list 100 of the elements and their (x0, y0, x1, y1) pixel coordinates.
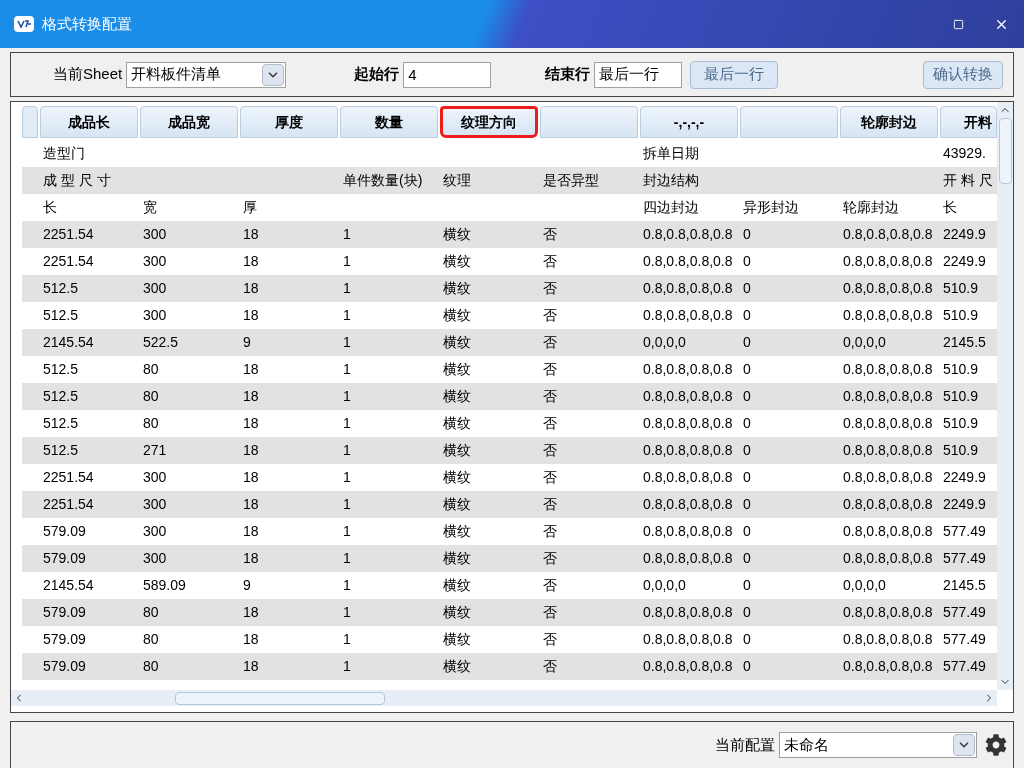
table-cell: 0.8,0.8,0.8,0.8 (843, 253, 933, 269)
scrollbar-thumb[interactable] (998, 118, 1012, 184)
vertical-scrollbar[interactable] (997, 102, 1013, 690)
table-cell: 0.8,0.8,0.8,0.8 (843, 280, 933, 296)
table-cell: 否 (543, 253, 557, 269)
table-cell: 0.8,0.8,0.8,0.8 (843, 550, 933, 566)
settings-icon[interactable] (985, 734, 1007, 756)
table-cell: 1 (343, 442, 351, 458)
table-cell: 18 (243, 280, 259, 296)
table-cell: 2251.54 (43, 226, 94, 242)
table-cell: 横纹 (443, 604, 471, 620)
table-cell: 0.8,0.8,0.8,0.8 (643, 469, 733, 485)
table-cell: 589.09 (143, 577, 186, 593)
table-cell: 1 (343, 604, 351, 620)
table-cell: 510.9 (943, 361, 979, 377)
table-cell: 否 (543, 442, 557, 458)
column-header[interactable]: 纹理方向 (440, 106, 538, 138)
table-cell: 0.8,0.8,0.8,0.8 (643, 253, 733, 269)
table-cell: 0.8,0.8,0.8,0.8 (843, 226, 933, 242)
table-cell: 0 (743, 604, 751, 620)
table-cell: 0,0,0,0 (843, 334, 886, 350)
table-cell: 1 (343, 469, 351, 485)
table-cell: 2251.54 (43, 469, 94, 485)
table-cell: 否 (543, 658, 557, 674)
table-cell: 80 (143, 361, 159, 377)
table-cell: 579.09 (43, 550, 86, 566)
table-cell: 0 (743, 631, 751, 647)
table-cell: 长 (43, 199, 57, 215)
column-header[interactable]: 厚度 (240, 106, 338, 138)
column-header[interactable] (740, 106, 838, 138)
column-header[interactable]: 开料 (940, 106, 997, 138)
table-cell: 510.9 (943, 307, 979, 323)
table-cell: 0.8,0.8,0.8,0.8 (643, 604, 733, 620)
table-cell: 否 (543, 334, 557, 350)
table-cell: 9 (243, 334, 251, 350)
table-cell: 1 (343, 496, 351, 512)
table-cell: 0 (743, 469, 751, 485)
column-header[interactable]: 轮廓封边 (840, 106, 938, 138)
sheet-select[interactable]: 开料板件清单 (126, 61, 287, 88)
last-row-button[interactable]: 最后一行 (690, 60, 779, 89)
table-cell: 0.8,0.8,0.8,0.8 (643, 388, 733, 404)
table-cell: 512.5 (43, 307, 79, 323)
table-cell: 0.8,0.8,0.8,0.8 (843, 523, 933, 539)
table-cell: 18 (243, 307, 259, 323)
table-cell: 579.09 (43, 523, 86, 539)
table-cell: 否 (543, 307, 557, 323)
table-cell: 43929. (943, 145, 986, 161)
table-cell: 18 (243, 361, 259, 377)
table-cell: 0,0,0,0 (643, 334, 686, 350)
table-cell: 横纹 (443, 307, 471, 323)
column-header[interactable]: -,-,-,- (640, 106, 738, 138)
table-cell: 80 (143, 388, 159, 404)
table-cell: 18 (243, 253, 259, 269)
table-cell: 0.8,0.8,0.8,0.8 (643, 307, 733, 323)
table-cell: 0 (743, 388, 751, 404)
table-cell: 300 (143, 469, 167, 485)
table-cell: 2145.54 (43, 577, 94, 593)
scrollbar-thumb[interactable] (175, 691, 385, 705)
table-cell: 300 (143, 496, 167, 512)
table-cell: 18 (243, 604, 259, 620)
start-row-field[interactable]: 4 (403, 61, 492, 88)
table-cell: 1 (343, 280, 351, 296)
table-cell: 1 (343, 523, 351, 539)
table-cell: 否 (543, 631, 557, 647)
table-cell: 18 (243, 631, 259, 647)
table-cell: 579.09 (43, 631, 86, 647)
column-header[interactable]: 成品宽 (140, 106, 238, 138)
table-cell: 0,0,0,0 (643, 577, 686, 593)
table-cell: 577.49 (943, 604, 986, 620)
table-cell: 18 (243, 442, 259, 458)
table-cell: 0 (743, 307, 751, 323)
horizontal-scrollbar[interactable] (11, 690, 997, 706)
table-cell: 1 (343, 631, 351, 647)
table-cell: 300 (143, 523, 167, 539)
table-cell: 579.09 (43, 604, 86, 620)
table-cell: 1 (343, 253, 351, 269)
column-header[interactable]: 数量 (340, 106, 438, 138)
table-cell: 0,0,0,0 (843, 577, 886, 593)
table-cell: 271 (143, 442, 167, 458)
table-cell: 577.49 (943, 550, 986, 566)
table-cell: 0.8,0.8,0.8,0.8 (843, 442, 933, 458)
table-cell: 横纹 (443, 280, 471, 296)
end-row-field[interactable]: 最后一行 (594, 61, 683, 88)
table-cell: 四边封边 (643, 199, 699, 215)
confirm-button[interactable]: 确认转换 (923, 60, 1003, 89)
table-cell: 510.9 (943, 388, 979, 404)
table-cell: 0.8,0.8,0.8,0.8 (643, 550, 733, 566)
column-header[interactable] (540, 106, 638, 138)
column-header[interactable]: 成品长 (40, 106, 138, 138)
table-cell: 0.8,0.8,0.8,0.8 (643, 415, 733, 431)
table-cell: 横纹 (443, 388, 471, 404)
table-cell: 0.8,0.8,0.8,0.8 (643, 496, 733, 512)
table-cell: 0.8,0.8,0.8,0.8 (843, 658, 933, 674)
table-cell: 横纹 (443, 415, 471, 431)
column-header (22, 106, 38, 138)
table-cell: 1 (343, 415, 351, 431)
table-cell: 300 (143, 253, 167, 269)
config-select[interactable]: 未命名 (779, 732, 977, 758)
table-cell: 横纹 (443, 550, 471, 566)
table-cell: 横纹 (443, 496, 471, 512)
